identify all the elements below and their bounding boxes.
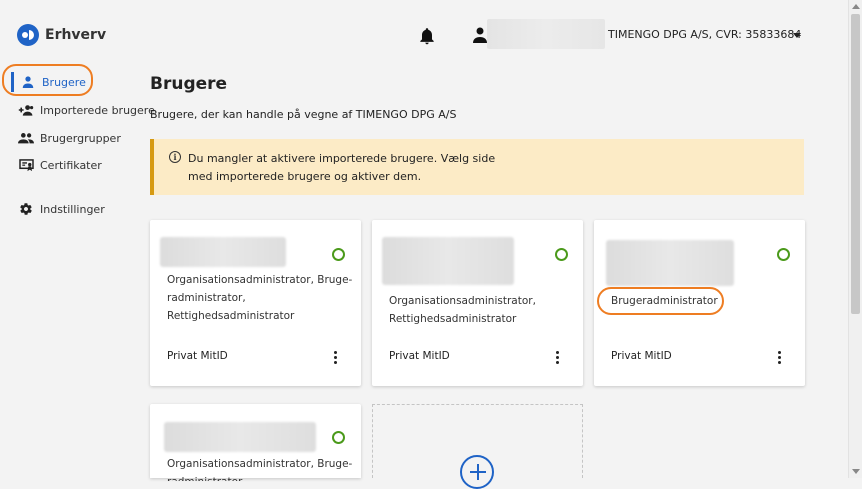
plus-icon[interactable]: [460, 455, 494, 489]
active-indicator: [11, 72, 14, 92]
user-name-redacted: [164, 422, 316, 452]
user-roles: Organisationsadministrator, Rettighedsad…: [389, 292, 536, 328]
bell-icon[interactable]: [417, 26, 437, 46]
sidebar-item-brugere[interactable]: Brugere: [20, 75, 86, 89]
sidebar-item-label: Indstillinger: [40, 202, 105, 216]
scroll-down-icon[interactable]: [852, 469, 860, 474]
top-bar: Erhverv TIMENGO DPG A/S, CVR: 35833684: [0, 0, 848, 70]
page-title: Brugere: [150, 74, 228, 94]
user-icon[interactable]: [473, 27, 487, 43]
role-line: Rettighedsadministrator: [167, 310, 295, 322]
role-line: Organisationsadministrator, Bruge-: [167, 458, 353, 470]
certificate-icon: [18, 158, 34, 172]
page-subtitle: Brugere, der kan handle på vegne af TIME…: [150, 108, 457, 121]
user-name-redacted: [160, 237, 286, 267]
login-method: Privat MitID: [167, 350, 228, 362]
org-selector-label[interactable]: TIMENGO DPG A/S, CVR: 35833684: [608, 28, 801, 41]
sidebar-item-importerede-brugere[interactable]: Importerede brugere: [18, 103, 155, 117]
logo[interactable]: Erhverv: [17, 24, 106, 46]
sidebar-item-certifikater[interactable]: Certifikater: [18, 158, 102, 172]
login-method: Privat MitID: [389, 350, 450, 362]
role-line: Organisationsadministrator, Bruge-: [167, 274, 353, 286]
scroll-thumb[interactable]: [851, 14, 860, 314]
info-icon: i: [169, 151, 181, 163]
logo-icon: [17, 24, 39, 46]
scrollbar[interactable]: [848, 0, 862, 478]
person-add-icon: [18, 103, 34, 117]
info-notice: i Du mangler at aktivere importerede bru…: [150, 139, 804, 195]
scroll-up-icon[interactable]: [852, 4, 860, 9]
status-active-icon: [777, 248, 790, 261]
role-line: radministrator,: [167, 292, 246, 304]
gear-icon: [18, 202, 34, 216]
user-name-redacted: [382, 237, 514, 285]
sidebar-item-label: Brugere: [42, 75, 86, 89]
sidebar-item-label: Certifikater: [40, 158, 102, 172]
sidebar-item-label: Importerede brugere: [40, 103, 155, 117]
more-options-icon[interactable]: [556, 351, 559, 366]
sidebar-item-label: Brugergrupper: [40, 131, 121, 145]
group-icon: [18, 131, 34, 145]
user-roles: Organisationsadministrator, Bruge- radmi…: [167, 271, 352, 325]
more-options-icon[interactable]: [334, 351, 337, 366]
user-card[interactable]: Organisationsadministrator, Bruge- radmi…: [150, 404, 361, 481]
add-user-card[interactable]: [372, 404, 583, 489]
status-active-icon: [332, 248, 345, 261]
highlight-annotation: [597, 287, 724, 315]
role-line: radministrator,: [167, 473, 352, 481]
notice-line: med importerede brugere og aktiver dem.: [188, 170, 422, 183]
notice-line: Du mangler at aktivere importerede bruge…: [188, 152, 496, 165]
user-name-redacted: [606, 240, 734, 286]
user-card[interactable]: Organisationsadministrator, Rettighedsad…: [372, 220, 583, 386]
chevron-down-icon[interactable]: [793, 33, 801, 38]
status-active-icon: [555, 248, 568, 261]
user-name-redacted: [487, 19, 605, 49]
status-active-icon: [332, 431, 345, 444]
notice-text: Du mangler at aktivere importerede bruge…: [188, 150, 495, 186]
role-line: Organisationsadministrator,: [389, 295, 536, 307]
more-options-icon[interactable]: [778, 351, 781, 366]
role-line: Rettighedsadministrator: [389, 313, 517, 325]
sidebar-item-indstillinger[interactable]: Indstillinger: [18, 202, 105, 216]
sidebar-item-brugergrupper[interactable]: Brugergrupper: [18, 131, 121, 145]
person-icon: [20, 75, 36, 89]
login-method: Privat MitID: [611, 350, 672, 362]
user-roles: Organisationsadministrator, Bruge- radmi…: [167, 455, 352, 481]
app-name: Erhverv: [45, 27, 107, 43]
user-card[interactable]: Organisationsadministrator, Bruge- radmi…: [150, 220, 361, 386]
